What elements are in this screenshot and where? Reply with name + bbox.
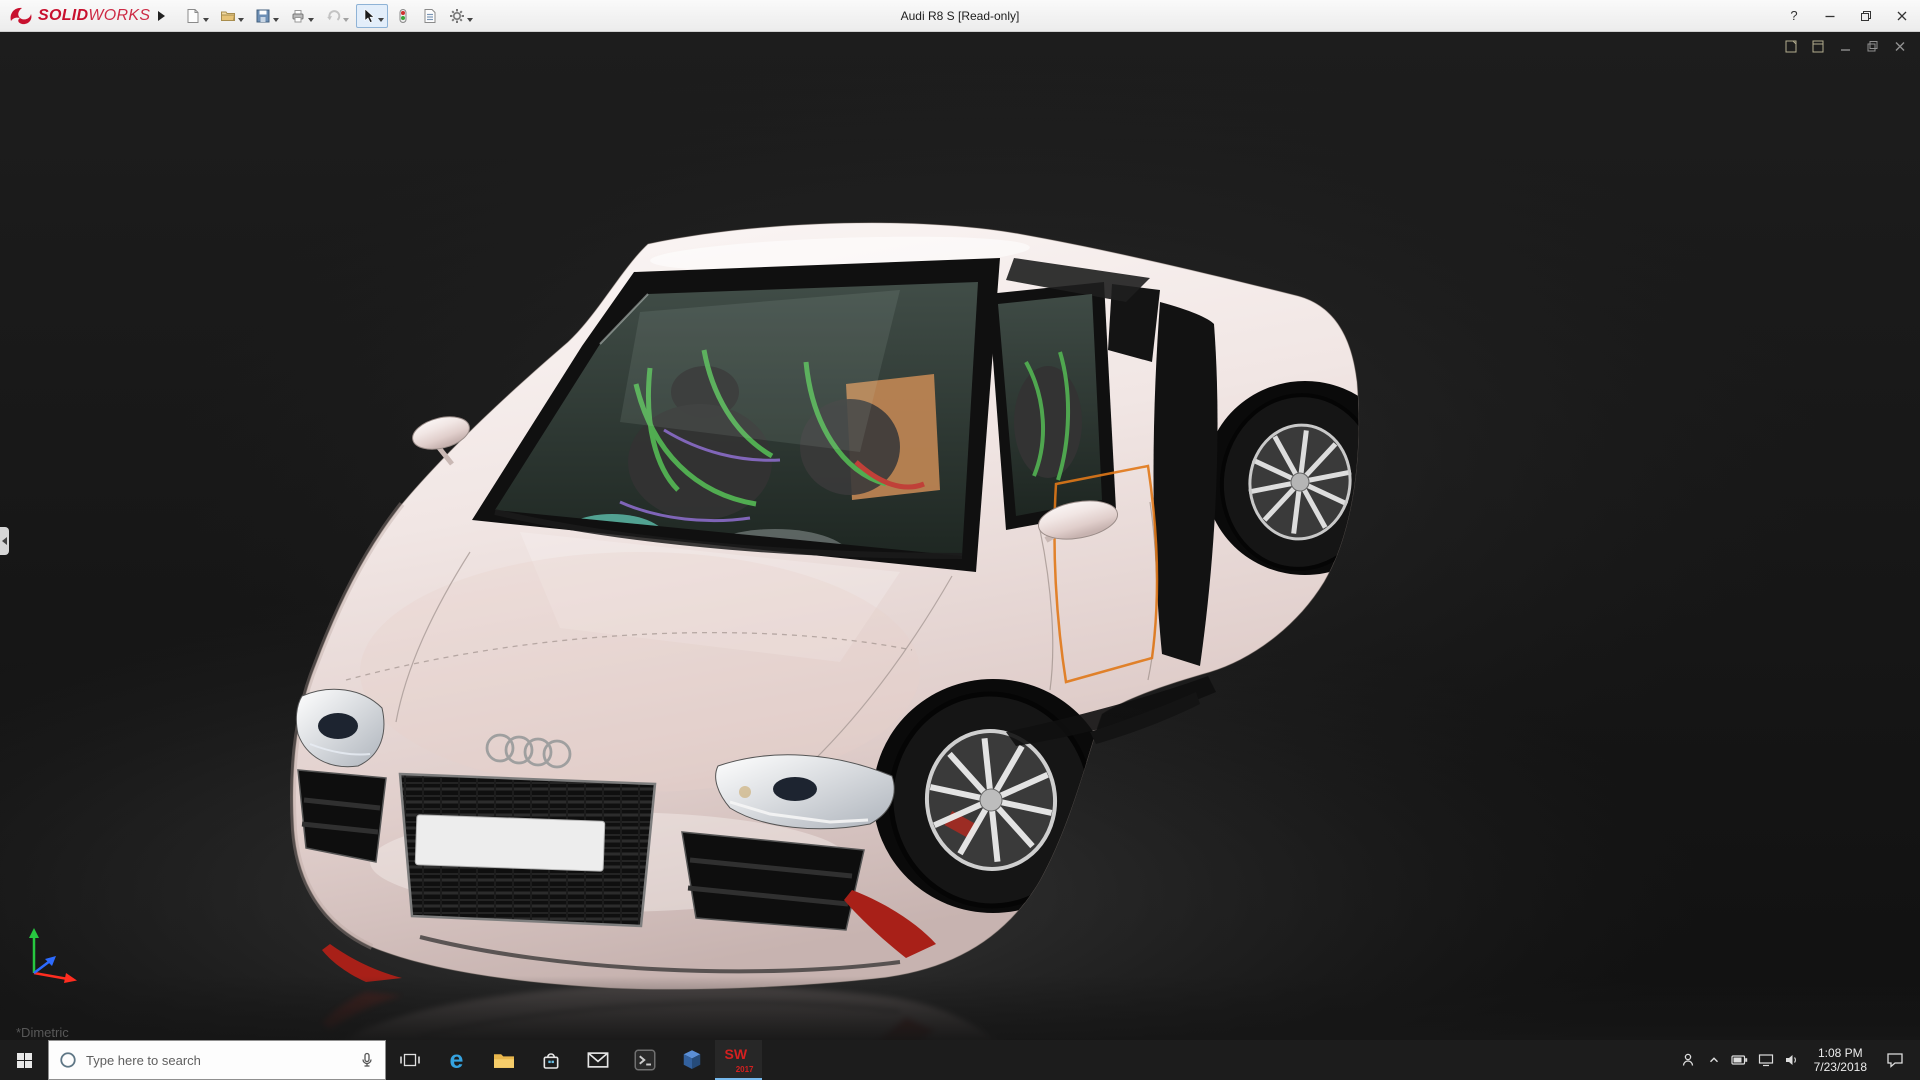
taskbar-search[interactable] (48, 1040, 386, 1080)
new-document-icon (185, 8, 201, 24)
doc-minimize-icon[interactable] (1838, 39, 1854, 54)
battery-icon (1731, 1054, 1748, 1066)
windows-logo-icon (16, 1052, 33, 1069)
dropdown-arrow-icon[interactable] (343, 18, 349, 22)
tray-overflow-button[interactable] (1701, 1040, 1727, 1080)
dropdown-arrow-icon[interactable] (308, 18, 314, 22)
taskbar-app-cad-tool[interactable] (668, 1040, 715, 1080)
gear-icon (449, 8, 465, 24)
print-icon (290, 8, 306, 24)
save-button[interactable] (251, 4, 283, 28)
blue-cube-icon (680, 1048, 704, 1072)
taskbar: e SW 2 (0, 1040, 1920, 1080)
rebuild-button[interactable] (391, 4, 415, 28)
doc-window-icon[interactable] (1811, 39, 1827, 54)
person-icon (1680, 1052, 1696, 1068)
triad-axes-icon (18, 921, 88, 991)
titlebar: SOLIDWORKS (0, 0, 1920, 32)
document-window-controls (1784, 39, 1908, 54)
rebuild-traffic-light-icon (395, 8, 411, 24)
taskbar-app-edge[interactable]: e (433, 1040, 480, 1080)
file-properties-button[interactable] (418, 4, 442, 28)
restore-icon (1859, 9, 1873, 23)
doc-restore-icon[interactable] (1865, 39, 1881, 54)
taskbar-clock[interactable]: 1:08 PM 7/23/2018 (1805, 1046, 1876, 1074)
feature-panel-collapse-tab[interactable] (0, 527, 9, 555)
dropdown-arrow-icon[interactable] (203, 18, 209, 22)
brand-text: SOLIDWORKS (38, 7, 150, 25)
dropdown-arrow-icon[interactable] (467, 18, 473, 22)
speaker-icon (1784, 1053, 1800, 1067)
taskbar-app-store[interactable] (527, 1040, 574, 1080)
task-view-icon (400, 1052, 420, 1068)
start-button[interactable] (0, 1040, 48, 1080)
undo-icon (325, 8, 341, 24)
view-orientation-label: *Dimetric (16, 1025, 69, 1040)
open-folder-icon (220, 8, 236, 24)
action-center-button[interactable] (1876, 1040, 1914, 1080)
select-cursor-icon (360, 8, 376, 24)
chevron-left-icon (2, 537, 7, 545)
select-tool-button[interactable] (356, 4, 388, 28)
caption-controls: ? (1776, 0, 1920, 31)
doc-close-icon[interactable] (1892, 39, 1908, 54)
close-button[interactable] (1884, 0, 1920, 31)
solidworks-logo-icon (8, 5, 34, 27)
taskbar-app-console[interactable] (621, 1040, 668, 1080)
search-input[interactable] (86, 1053, 350, 1068)
network-status[interactable] (1753, 1040, 1779, 1080)
dropdown-arrow-icon[interactable] (273, 18, 279, 22)
options-button[interactable] (445, 4, 477, 28)
close-icon (1895, 9, 1909, 23)
solidworks-2017-icon: SW 2017 (724, 1045, 754, 1075)
mail-envelope-icon (587, 1051, 609, 1069)
people-button[interactable] (1675, 1040, 1701, 1080)
battery-status[interactable] (1727, 1040, 1753, 1080)
solidworks-brand: SOLIDWORKS (0, 5, 150, 27)
license-plate (415, 815, 605, 872)
action-center-icon (1886, 1052, 1904, 1068)
microphone-icon[interactable] (359, 1052, 375, 1068)
graphics-area[interactable]: *Dimetric (0, 32, 1920, 1040)
file-explorer-icon (492, 1050, 516, 1070)
orientation-triad (18, 921, 88, 996)
store-bag-icon (540, 1050, 562, 1070)
clock-date: 7/23/2018 (1814, 1060, 1867, 1074)
edge-icon: e (450, 1048, 464, 1073)
taskbar-app-solidworks[interactable]: SW 2017 (715, 1040, 762, 1080)
taskbar-app-file-explorer[interactable] (480, 1040, 527, 1080)
print-button[interactable] (286, 4, 318, 28)
new-document-button[interactable] (181, 4, 213, 28)
cortana-circle-icon (59, 1051, 77, 1069)
3d-viewport[interactable] (0, 32, 1920, 1040)
minimize-button[interactable] (1812, 0, 1848, 31)
open-button[interactable] (216, 4, 248, 28)
network-monitor-icon (1758, 1053, 1774, 1067)
minimize-icon (1823, 9, 1837, 23)
task-view-button[interactable] (386, 1040, 433, 1080)
system-tray: 1:08 PM 7/23/2018 (1675, 1040, 1920, 1080)
dropdown-arrow-icon[interactable] (238, 18, 244, 22)
menu-flyout-arrow-icon[interactable] (158, 11, 165, 21)
console-icon (633, 1048, 657, 1072)
doc-window-icon[interactable] (1784, 39, 1800, 54)
volume-status[interactable] (1779, 1040, 1805, 1080)
quick-access-toolbar (181, 4, 477, 28)
taskbar-app-mail[interactable] (574, 1040, 621, 1080)
restore-button[interactable] (1848, 0, 1884, 31)
save-icon (255, 8, 271, 24)
file-properties-icon (422, 8, 438, 24)
dropdown-arrow-icon[interactable] (378, 18, 384, 22)
chevron-up-icon (1707, 1053, 1721, 1067)
reflection-fade (0, 976, 1920, 1040)
clock-time: 1:08 PM (1814, 1046, 1867, 1060)
help-button[interactable]: ? (1776, 0, 1812, 31)
undo-button[interactable] (321, 4, 353, 28)
